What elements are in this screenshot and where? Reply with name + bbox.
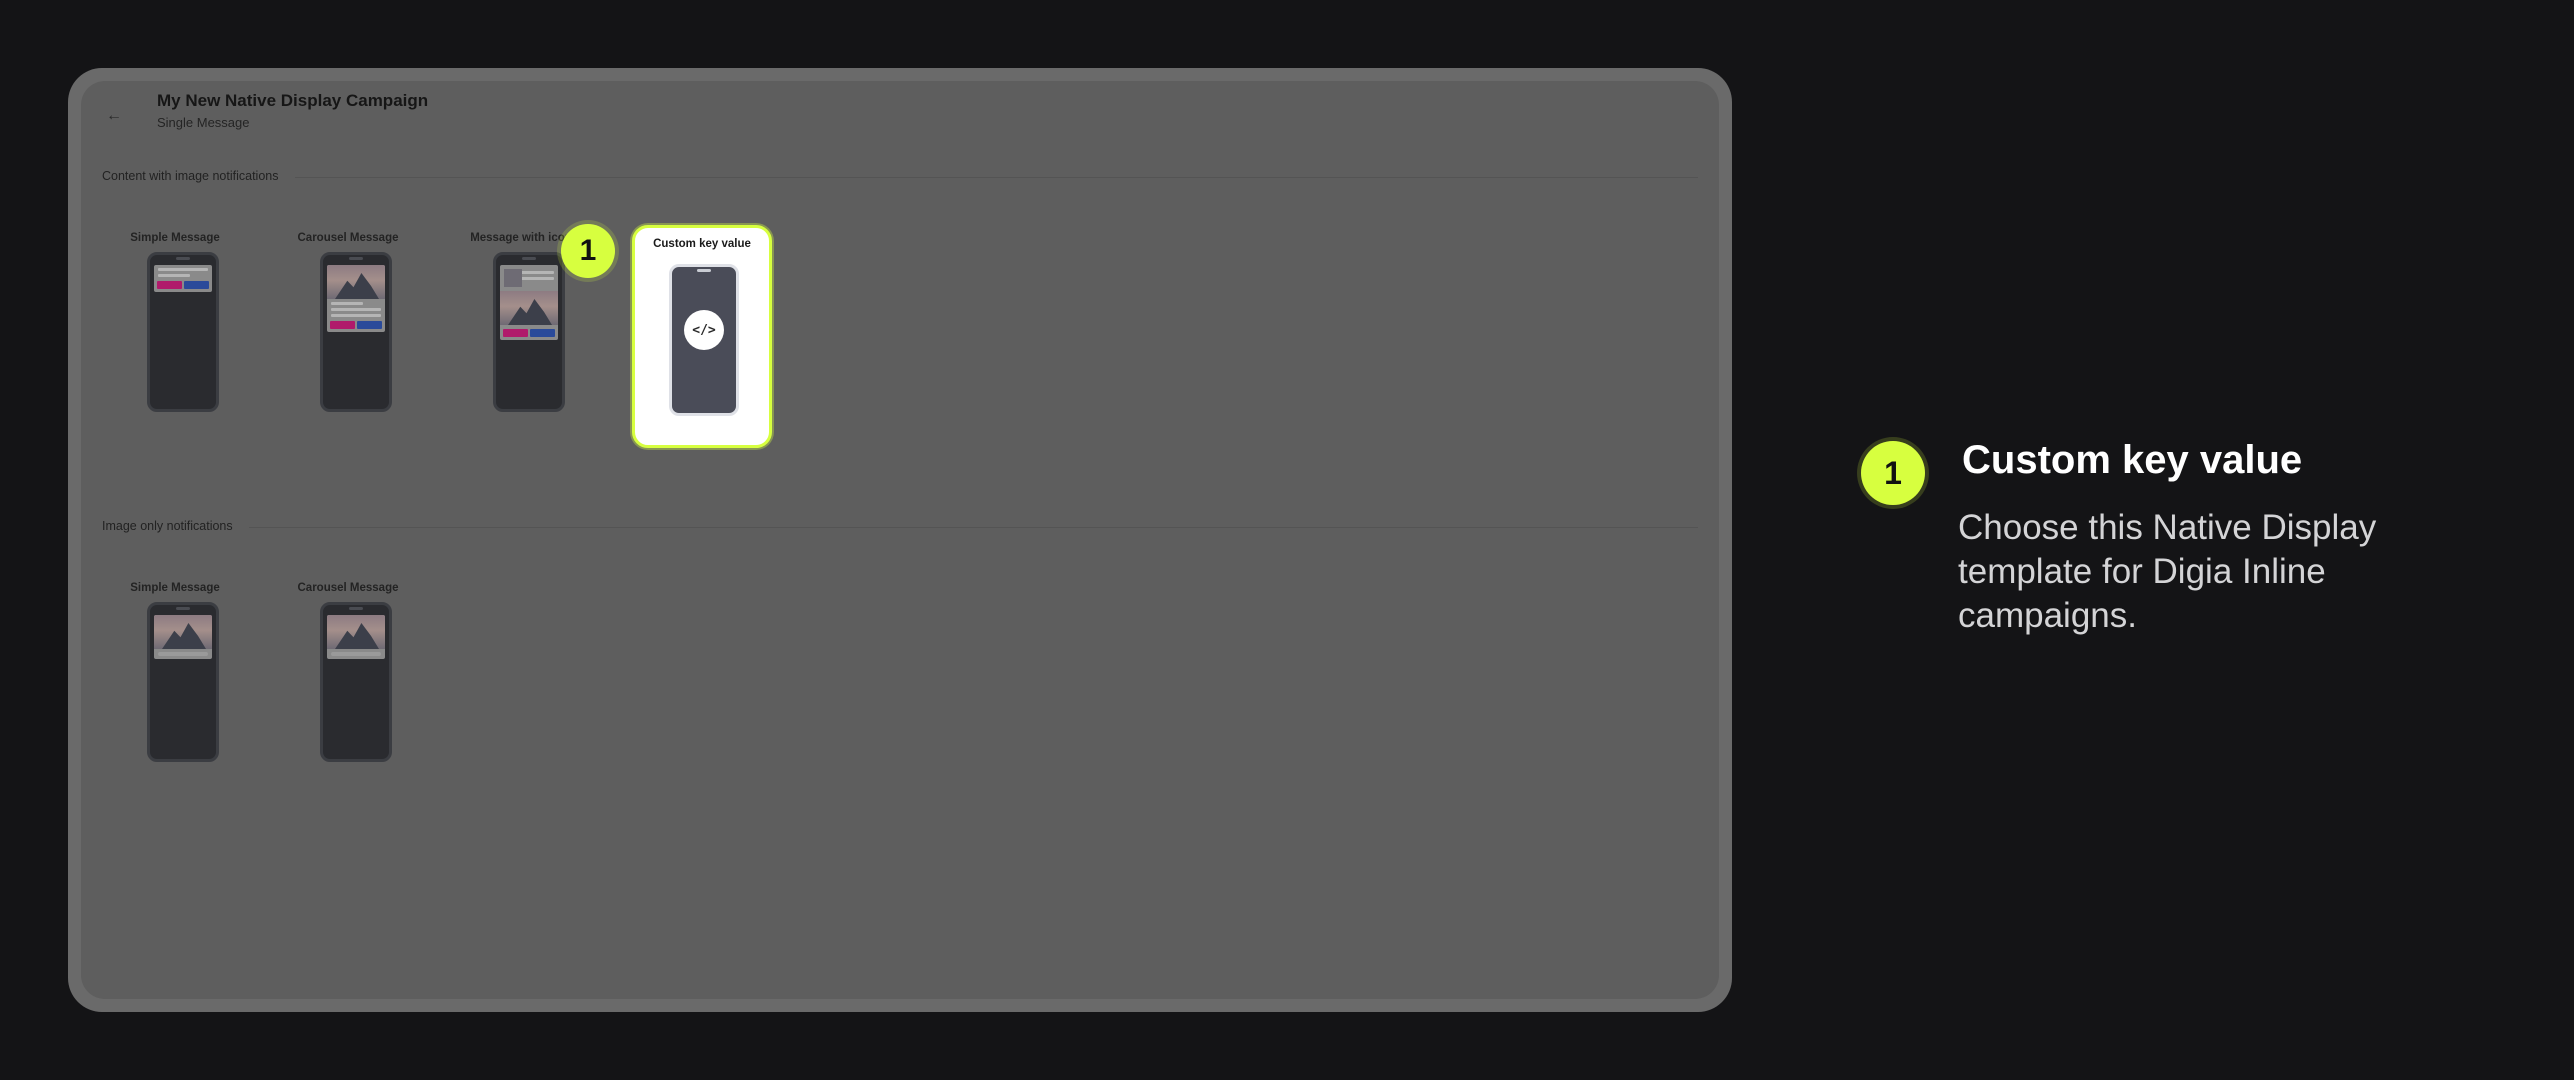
campaign-title: My New Native Display Campaign	[157, 91, 429, 110]
template-label: Carousel Message	[297, 232, 399, 244]
callout-step-badge: 1	[1861, 441, 1925, 505]
template-label: Carousel Message	[297, 582, 399, 594]
section-divider	[249, 527, 1698, 528]
code-icon: </>	[684, 310, 724, 350]
phone-preview: </>	[669, 264, 739, 416]
app-screen: ← My New Native Display Campaign Single …	[81, 81, 1719, 999]
phone-preview	[493, 252, 565, 412]
step-badge: 1	[561, 224, 615, 278]
callout-title: Custom key value	[1962, 438, 2303, 482]
phone-preview	[147, 602, 219, 762]
phone-preview	[320, 252, 392, 412]
template-carousel-message[interactable]: Carousel Message	[288, 232, 408, 422]
template-label: Simple Message	[130, 232, 220, 244]
callout-description: Choose this Native Display template for …	[1958, 508, 2377, 635]
phone-preview	[147, 252, 219, 412]
phone-preview	[320, 602, 392, 762]
template-custom-key-value[interactable]: Custom key value </>	[632, 225, 772, 448]
arrow-left-icon: ←	[106, 107, 122, 124]
template-image-carousel-message[interactable]: Carousel Message	[288, 582, 408, 772]
template-label: Simple Message	[130, 582, 220, 594]
template-image-simple-message[interactable]: Simple Message	[115, 582, 235, 772]
campaign-subtitle: Single Message	[157, 115, 250, 130]
section-divider	[295, 177, 1698, 178]
section-title-image-only: Image only notifications	[102, 519, 233, 533]
back-button[interactable]: ←	[99, 101, 129, 131]
template-simple-message[interactable]: Simple Message	[115, 232, 235, 422]
app-header: ← My New Native Display Campaign Single …	[81, 81, 1719, 161]
section-title-content-with-image: Content with image notifications	[102, 169, 279, 183]
template-label: Custom key value	[653, 238, 751, 250]
